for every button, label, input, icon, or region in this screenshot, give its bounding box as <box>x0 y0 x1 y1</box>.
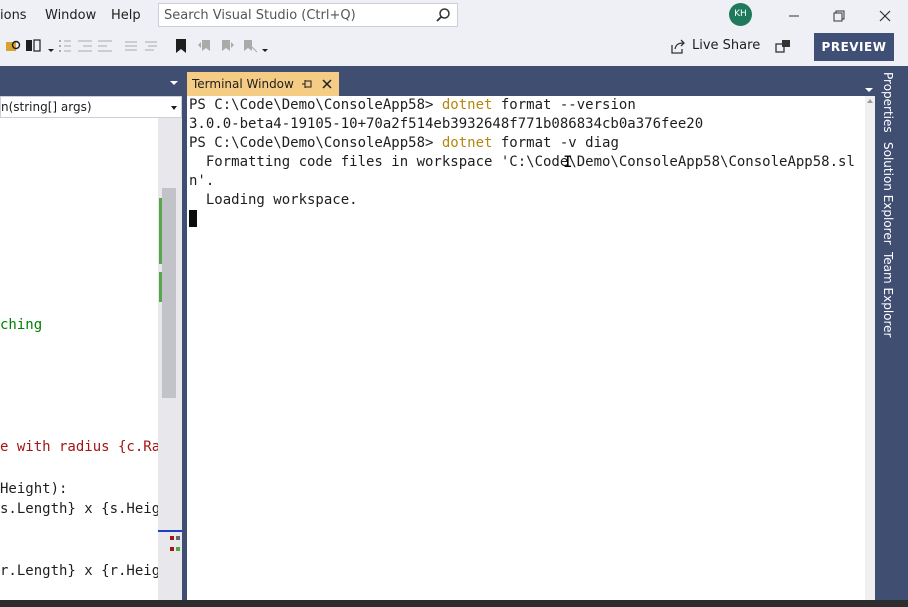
member-navigation-combo[interactable]: n(string[] args) <box>0 96 182 118</box>
outdent-icon[interactable] <box>76 37 94 55</box>
menu-item-help[interactable]: Help <box>111 8 141 23</box>
previous-bookmark-icon[interactable] <box>196 37 214 55</box>
terminal-line: Loading workspace. <box>189 192 358 208</box>
terminal-scrollbar[interactable] <box>865 96 875 600</box>
editor-tab-dropdown-icon[interactable] <box>170 81 178 85</box>
main-area: n(string[] args) ching e with radius {c.… <box>0 66 908 600</box>
terminal-line: PS C:\Code\Demo\ConsoleApp58> dotnet for… <box>189 97 636 113</box>
terminal-line: Formatting code files in workspace 'C:\C… <box>189 154 855 170</box>
code-line: e with radius {c.Ra <box>0 439 158 455</box>
tab-properties[interactable]: Properties <box>881 72 895 133</box>
code-line: s.Length} x {s.Heig <box>0 501 158 517</box>
code-line: r.Length} x {r.Heig <box>0 563 158 579</box>
code-editor[interactable]: ching e with radius {c.Ra Height): s.Len… <box>0 118 158 600</box>
toolbar: Live Share PREVIEW <box>0 32 908 66</box>
terminal-cursor-line <box>189 210 859 229</box>
terminal-line: n'. <box>189 173 215 189</box>
terminal-tab-dropdown-icon[interactable] <box>865 88 873 92</box>
chevron-down-icon <box>171 106 177 110</box>
live-share-label: Live Share <box>692 38 761 53</box>
uncomment-lines-icon[interactable] <box>142 37 160 55</box>
search-placeholder: Search Visual Studio (Ctrl+Q) <box>164 8 356 23</box>
terminal-tabbar: Terminal Window <box>187 72 875 96</box>
clear-bookmarks-icon[interactable] <box>240 37 258 55</box>
terminal-line: 3.0.0-beta4-19105-10+70a2f514eb3932648f7… <box>189 116 704 132</box>
indent-icon[interactable] <box>96 37 114 55</box>
tab-team-explorer[interactable]: Team Explorer <box>881 252 895 338</box>
close-icon[interactable] <box>875 6 895 26</box>
find-in-files-icon[interactable] <box>4 37 22 55</box>
terminal-line: PS C:\Code\Demo\ConsoleApp58> dotnet for… <box>189 135 619 151</box>
search-input[interactable]: Search Visual Studio (Ctrl+Q) <box>158 3 458 27</box>
scroll-map-markers <box>158 530 182 551</box>
editor-tabbar <box>0 76 182 96</box>
menu-item-options[interactable]: ions <box>0 8 27 23</box>
code-line: Height): <box>0 481 68 497</box>
status-bar <box>0 600 908 607</box>
search-icon[interactable] <box>435 7 451 23</box>
menu-item-window[interactable]: Window <box>45 8 96 23</box>
solution-icon[interactable] <box>24 37 42 55</box>
tab-terminal-window[interactable]: Terminal Window <box>187 72 339 96</box>
comment-lines-icon[interactable] <box>122 37 140 55</box>
comment-icon[interactable] <box>56 37 74 55</box>
editor-scrollbar[interactable] <box>158 118 335 600</box>
code-line: ching <box>0 317 43 333</box>
tab-terminal-window-label: Terminal Window <box>192 77 294 91</box>
avatar[interactable]: KH <box>729 3 752 26</box>
dropdown-arrow-icon[interactable] <box>46 37 56 55</box>
terminal-cursor <box>189 210 197 227</box>
terminal-output: PS C:\Code\Demo\ConsoleApp58> dotnet for… <box>189 96 859 229</box>
restore-icon[interactable] <box>829 6 849 26</box>
feedback-icon[interactable] <box>774 38 792 56</box>
editor-scroll-thumb[interactable] <box>162 188 176 398</box>
member-navigation-value: n(string[] args) <box>1 100 92 114</box>
close-tab-icon[interactable] <box>320 77 334 91</box>
next-bookmark-icon[interactable] <box>218 37 236 55</box>
terminal-window[interactable]: PS C:\Code\Demo\ConsoleApp58> dotnet for… <box>187 96 875 600</box>
scroll-up-icon[interactable] <box>867 99 873 103</box>
live-share-icon <box>671 39 685 54</box>
minimize-icon[interactable] <box>784 6 804 26</box>
pin-icon[interactable] <box>300 77 314 91</box>
tab-solution-explorer[interactable]: Solution Explorer <box>881 142 895 245</box>
preview-button[interactable]: PREVIEW <box>814 33 894 61</box>
menu-bar: ions Window Help Search Visual Studio (C… <box>0 0 908 32</box>
toolbar-overflow-icon[interactable] <box>260 37 270 55</box>
text-cursor-icon: I <box>563 152 573 171</box>
side-tool-panel: Properties Solution Explorer Team Explor… <box>876 66 908 600</box>
bookmark-icon[interactable] <box>172 37 190 55</box>
